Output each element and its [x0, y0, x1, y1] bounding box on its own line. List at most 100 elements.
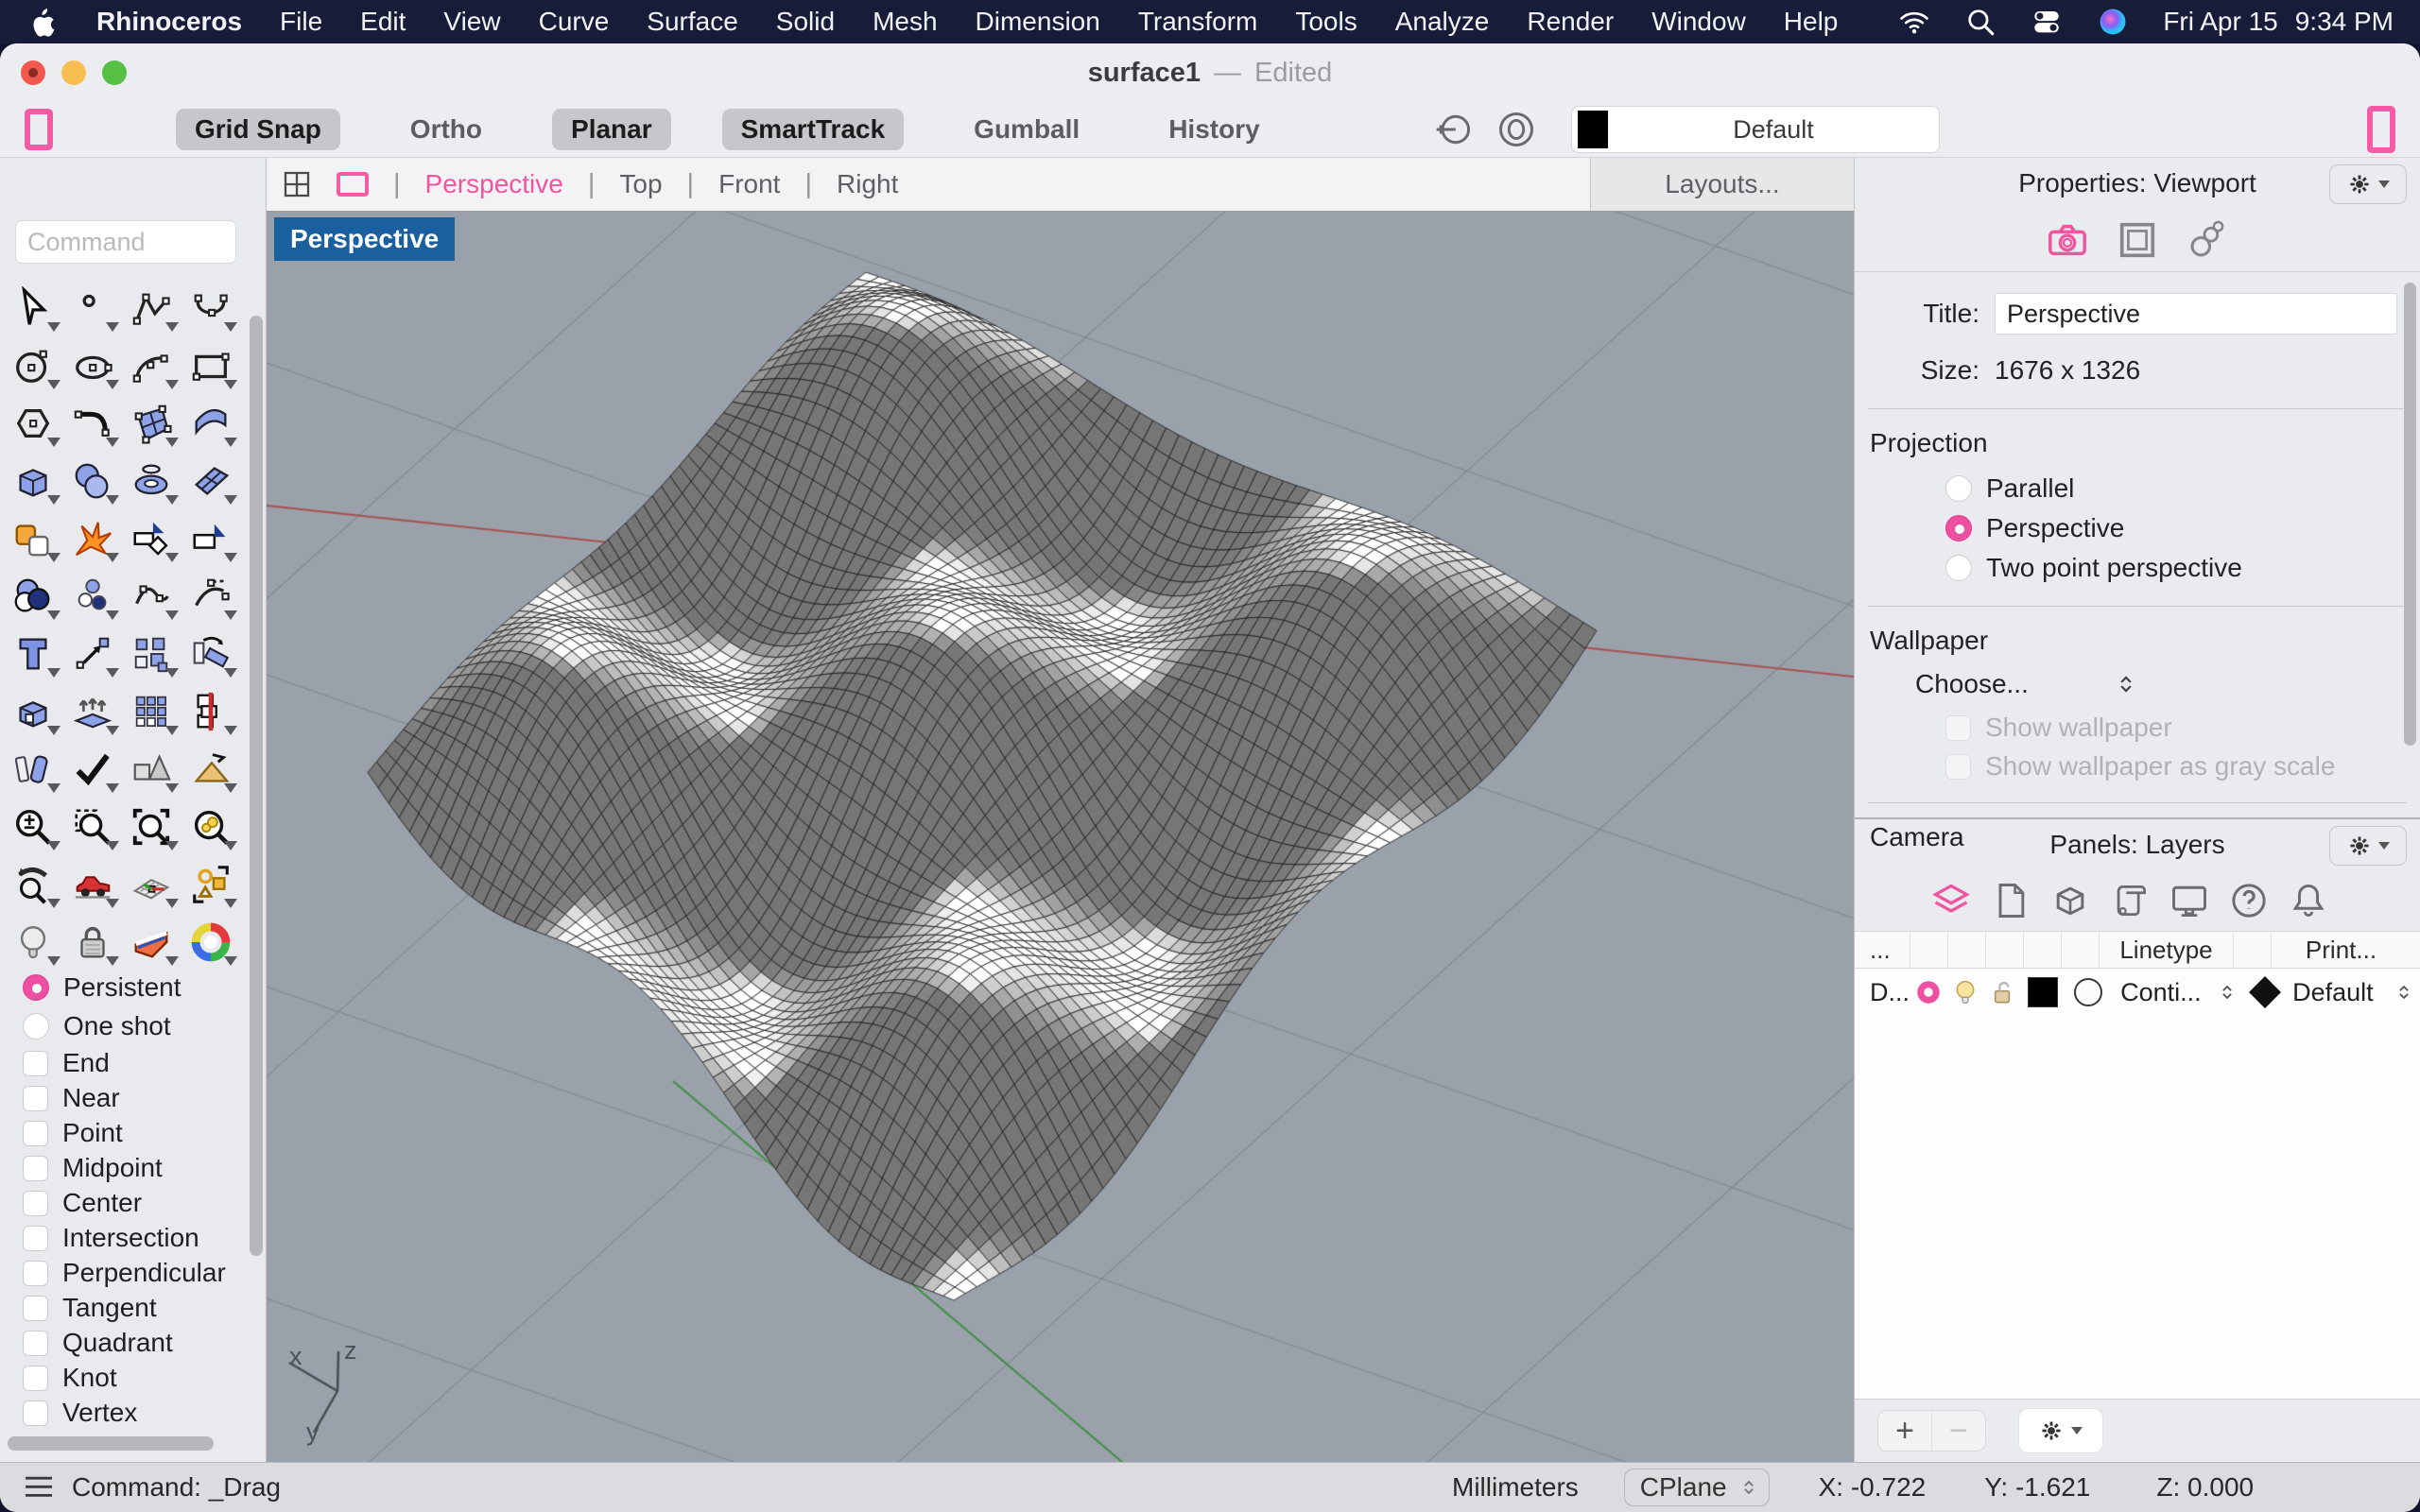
snap-midpoint-checkbox[interactable]: Midpoint — [23, 1153, 226, 1182]
gumball-toggle[interactable]: Gumball — [955, 109, 1098, 150]
history-toggle[interactable]: History — [1150, 109, 1278, 150]
properties-gear-button[interactable] — [2329, 164, 2407, 204]
snap-end-checkbox[interactable]: End — [23, 1048, 226, 1077]
box-icon[interactable] — [2049, 880, 2091, 921]
menu-item-mesh[interactable]: Mesh — [873, 7, 937, 37]
layer-name[interactable]: D... — [1855, 978, 1910, 1007]
pink-rectangle-icon[interactable] — [25, 109, 53, 150]
minimize-button[interactable] — [61, 60, 86, 85]
point-cloud-tool[interactable] — [63, 567, 123, 625]
delete-layer-button[interactable]: − — [1931, 1411, 1985, 1451]
current-layer-dot-icon[interactable] — [1910, 977, 1946, 1007]
parallel-radio[interactable]: Parallel — [1945, 473, 2420, 504]
perspective-radio[interactable]: Perspective — [1945, 513, 2420, 543]
one-shot-radio[interactable]: One shot — [23, 1011, 182, 1041]
ortho-toggle[interactable]: Ortho — [391, 109, 501, 150]
menu-item-tools[interactable]: Tools — [1295, 7, 1357, 37]
two-point-perspective-radio[interactable]: Two point perspective — [1945, 553, 2420, 583]
properties-scrollbar[interactable] — [2404, 283, 2416, 746]
snap-perpendicular-checkbox[interactable]: Perpendicular — [23, 1258, 226, 1287]
hamburger-menu-icon[interactable] — [23, 1474, 55, 1501]
snap-quadrant-checkbox[interactable]: Quadrant — [23, 1328, 226, 1357]
column-print-width[interactable]: Print... — [2271, 932, 2411, 968]
wallpaper-choose-dropdown[interactable]: Choose... — [1915, 669, 2420, 699]
concentric-circles-icon[interactable] — [1475, 109, 1537, 150]
viewport-canvas[interactable] — [267, 212, 1854, 1462]
snap-point-checkbox[interactable]: Point — [23, 1118, 226, 1147]
surface-patch-tool[interactable] — [122, 394, 182, 452]
snap-tangent-checkbox[interactable]: Tangent — [23, 1293, 226, 1322]
spotlight-search-icon[interactable] — [1964, 6, 1996, 38]
smarttrack-toggle[interactable]: SmartTrack — [721, 109, 905, 150]
polygon-tool[interactable] — [4, 394, 63, 452]
sidebar-horizontal-scrollbar[interactable] — [8, 1436, 214, 1451]
curved-surface-tool[interactable] — [182, 394, 241, 452]
menu-item-dimension[interactable]: Dimension — [976, 7, 1100, 37]
up-down-chevrons-icon[interactable] — [2211, 982, 2244, 1003]
move-arrow-tool[interactable] — [63, 625, 123, 682]
explode-burst-tool[interactable] — [63, 509, 123, 567]
display-icon[interactable] — [2169, 880, 2210, 921]
snap-center-checkbox[interactable]: Center — [23, 1188, 226, 1217]
record-history-circle-icon[interactable] — [1412, 109, 1475, 150]
duplicate-squares-tool[interactable] — [122, 625, 182, 682]
apple-menu-icon[interactable] — [26, 6, 59, 38]
tab-top[interactable]: Top — [619, 169, 662, 199]
red-line-trim-tool[interactable] — [182, 682, 241, 740]
fillet-blocks-tool[interactable] — [4, 740, 63, 798]
show-wallpaper-checkbox[interactable]: Show wallpaper — [1945, 713, 2420, 742]
unlocked-padlock-icon[interactable] — [1983, 977, 2020, 1007]
pink-rectangle-icon[interactable] — [2367, 106, 2395, 153]
arc-tool[interactable] — [122, 336, 182, 394]
add-layer-button[interactable]: + — [1878, 1411, 1931, 1451]
zoom-selected-tool[interactable] — [182, 798, 241, 855]
link-chain-icon[interactable] — [2186, 218, 2229, 262]
menu-item-curve[interactable]: Curve — [539, 7, 610, 37]
tab-right[interactable]: Right — [837, 169, 898, 199]
text-letter-tool[interactable] — [4, 625, 63, 682]
circle-tool[interactable] — [4, 336, 63, 394]
viewport-frame-icon[interactable] — [2116, 218, 2159, 262]
zoom-window-tool[interactable] — [63, 798, 123, 855]
snap-knot-checkbox[interactable]: Knot — [23, 1363, 226, 1392]
box-tool[interactable] — [4, 452, 63, 509]
cursor-arrow-tool[interactable] — [4, 279, 63, 336]
up-down-chevrons-icon[interactable] — [2389, 982, 2420, 1003]
layer-print-width-value[interactable]: Default — [2285, 978, 2389, 1007]
zoom-extents-tool[interactable] — [122, 798, 182, 855]
puzzle-pieces-tool[interactable] — [4, 509, 63, 567]
snap-near-checkbox[interactable]: Near — [23, 1083, 226, 1112]
car-tool[interactable] — [63, 855, 123, 913]
fillet-corner-tool[interactable] — [63, 394, 123, 452]
layer-row-default[interactable]: D... Conti... Default — [1855, 969, 2420, 1016]
siri-icon[interactable] — [2097, 6, 2129, 38]
menu-item-transform[interactable]: Transform — [1138, 7, 1258, 37]
twisted-surface-tool[interactable] — [182, 452, 241, 509]
close-button[interactable] — [21, 60, 45, 85]
menu-clock[interactable]: Fri Apr 15 9:34 PM — [2163, 7, 2394, 37]
ellipse-tool[interactable] — [63, 336, 123, 394]
extrude-surface-tool[interactable] — [63, 682, 123, 740]
polyline-tool[interactable] — [122, 279, 182, 336]
persistent-radio[interactable]: Persistent — [23, 972, 182, 1003]
layer-color-swatch[interactable] — [2020, 977, 2065, 1007]
layers-options-button[interactable] — [2018, 1408, 2103, 1453]
bulb-on-icon[interactable] — [1946, 977, 1983, 1007]
four-pane-layout-icon[interactable] — [282, 169, 312, 199]
group-shapes-tool[interactable] — [182, 855, 241, 913]
curve-points-tool[interactable] — [122, 567, 182, 625]
layouts-button[interactable]: Layouts... — [1590, 158, 1854, 211]
wifi-icon[interactable] — [1898, 6, 1930, 38]
layers-icon[interactable] — [1930, 880, 1972, 921]
snap-intersection-checkbox[interactable]: Intersection — [23, 1223, 226, 1252]
cake-slice-tool[interactable] — [122, 913, 182, 971]
light-bulb-tool[interactable] — [4, 913, 63, 971]
pyramid-hand-tool[interactable] — [182, 740, 241, 798]
active-layer-dropdown[interactable]: Default — [1571, 106, 1940, 153]
cplane-dropdown[interactable]: CPlane — [1623, 1469, 1770, 1506]
viewport-title-badge[interactable]: Perspective — [274, 217, 456, 261]
menu-item-solid[interactable]: Solid — [776, 7, 835, 37]
menu-item-render[interactable]: Render — [1527, 7, 1614, 37]
show-wallpaper-grayscale-checkbox[interactable]: Show wallpaper as gray scale — [1945, 751, 2420, 781]
checkmark-tool[interactable] — [63, 740, 123, 798]
